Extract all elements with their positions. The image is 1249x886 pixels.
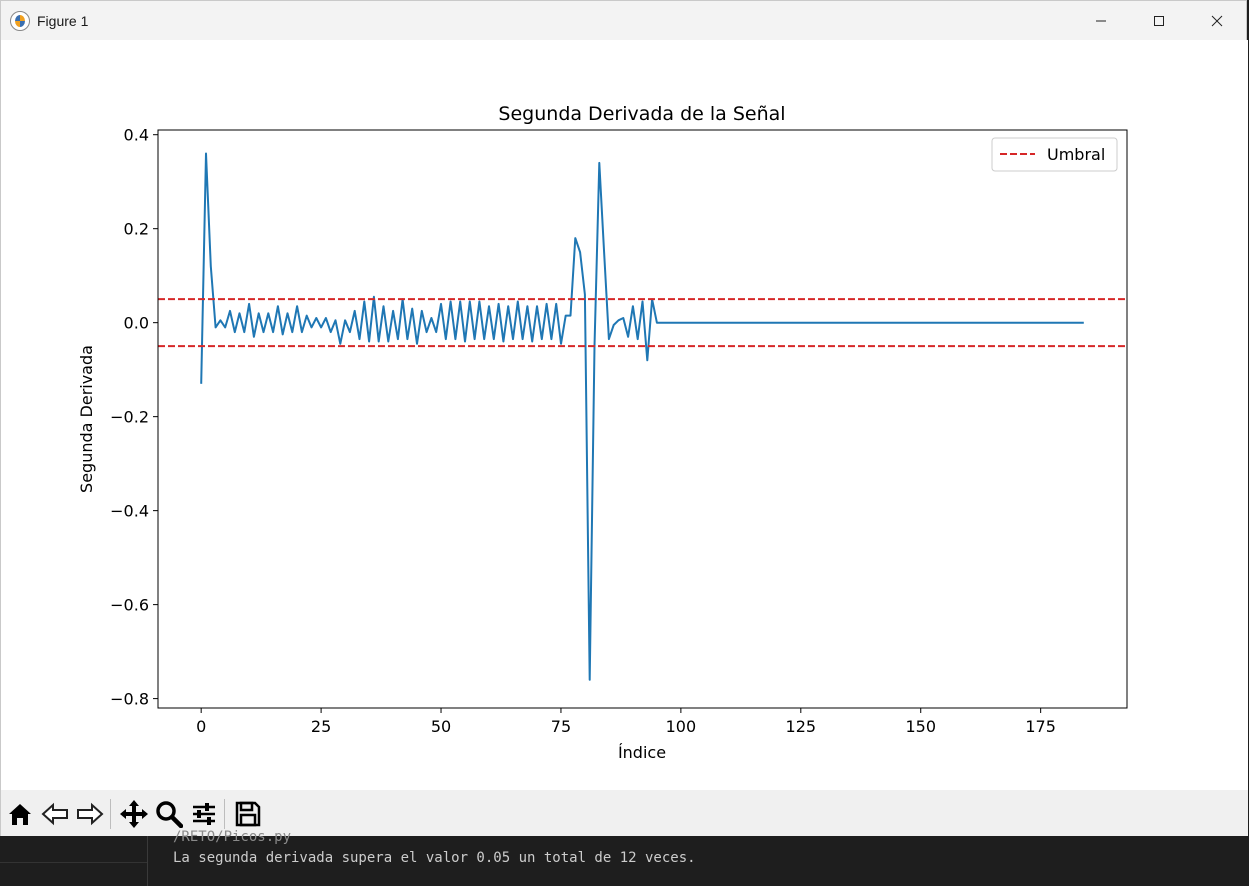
back-button[interactable] xyxy=(39,798,71,830)
y-tick-label: −0.6 xyxy=(110,596,149,615)
second-derivative-line xyxy=(200,152,1084,681)
minimize-icon xyxy=(1096,20,1106,21)
terminal-previous-line: /RETO/Picos.py xyxy=(173,829,292,845)
matplotlib-app-icon xyxy=(10,10,30,31)
close-button[interactable] xyxy=(1188,1,1246,40)
figure-canvas[interactable]: Segunda Derivada de la Señal 0 25 50 75 100 1… xyxy=(1,40,1248,790)
x-axis-label: Índice xyxy=(618,743,666,762)
terminal-sidebar xyxy=(0,836,148,886)
y-tick-label: −0.8 xyxy=(110,690,149,709)
pan-icon xyxy=(120,799,148,828)
x-tick-label: 50 xyxy=(431,717,451,736)
y-tick-label: −0.4 xyxy=(110,502,149,521)
toolbar-separator xyxy=(110,798,111,829)
pan-button[interactable] xyxy=(118,798,150,830)
x-tick-label: 100 xyxy=(666,717,697,736)
terminal-panel: /RETO/Picos.py La segunda derivada super… xyxy=(0,829,1249,886)
y-axis-label: Segunda Derivada xyxy=(77,345,96,493)
x-tick-label: 125 xyxy=(786,717,817,736)
legend: Umbral xyxy=(991,137,1118,172)
y-tick-label: −0.2 xyxy=(110,408,149,427)
home-button[interactable] xyxy=(4,798,36,830)
forward-icon xyxy=(77,802,104,825)
minimize-button[interactable] xyxy=(1072,1,1130,40)
title-bar[interactable]: Figure 1 xyxy=(1,1,1246,40)
home-icon xyxy=(9,803,31,825)
x-tick-label: 25 xyxy=(311,717,331,736)
window-title: Figure 1 xyxy=(37,12,89,29)
figure-window: Figure 1 Segunda Derivada de la Señal 0 2… xyxy=(0,0,1248,837)
zoom-icon xyxy=(156,800,183,828)
toolbar-separator xyxy=(224,798,225,829)
zoom-button[interactable] xyxy=(153,798,185,830)
maximize-icon xyxy=(1154,15,1164,26)
x-tick-label: 150 xyxy=(905,717,936,736)
maximize-button[interactable] xyxy=(1130,1,1188,40)
terminal-output-line: La segunda derivada supera el valor 0.05… xyxy=(173,850,696,866)
y-tick-label: 0.2 xyxy=(124,220,149,239)
y-tick-label: 0.0 xyxy=(124,314,149,333)
save-icon xyxy=(235,801,261,826)
configure-subplots-icon xyxy=(193,802,215,825)
legend-umbral-label: Umbral xyxy=(1047,145,1105,164)
save-button[interactable] xyxy=(232,798,264,830)
close-icon xyxy=(1211,15,1223,26)
line-chart: Segunda Derivada de la Señal 0 25 50 75 100 1… xyxy=(77,103,1128,762)
y-tick-label: 0.4 xyxy=(124,126,149,145)
configure-subplots-button[interactable] xyxy=(188,798,220,830)
chart-title: Segunda Derivada de la Señal xyxy=(498,103,785,125)
x-tick-label: 75 xyxy=(551,717,571,736)
x-tick-label: 0 xyxy=(196,717,206,736)
back-icon xyxy=(41,802,68,825)
forward-button[interactable] xyxy=(74,798,106,830)
plot-frame xyxy=(157,129,1128,709)
x-tick-label: 175 xyxy=(1025,717,1056,736)
window-controls xyxy=(1072,1,1246,40)
